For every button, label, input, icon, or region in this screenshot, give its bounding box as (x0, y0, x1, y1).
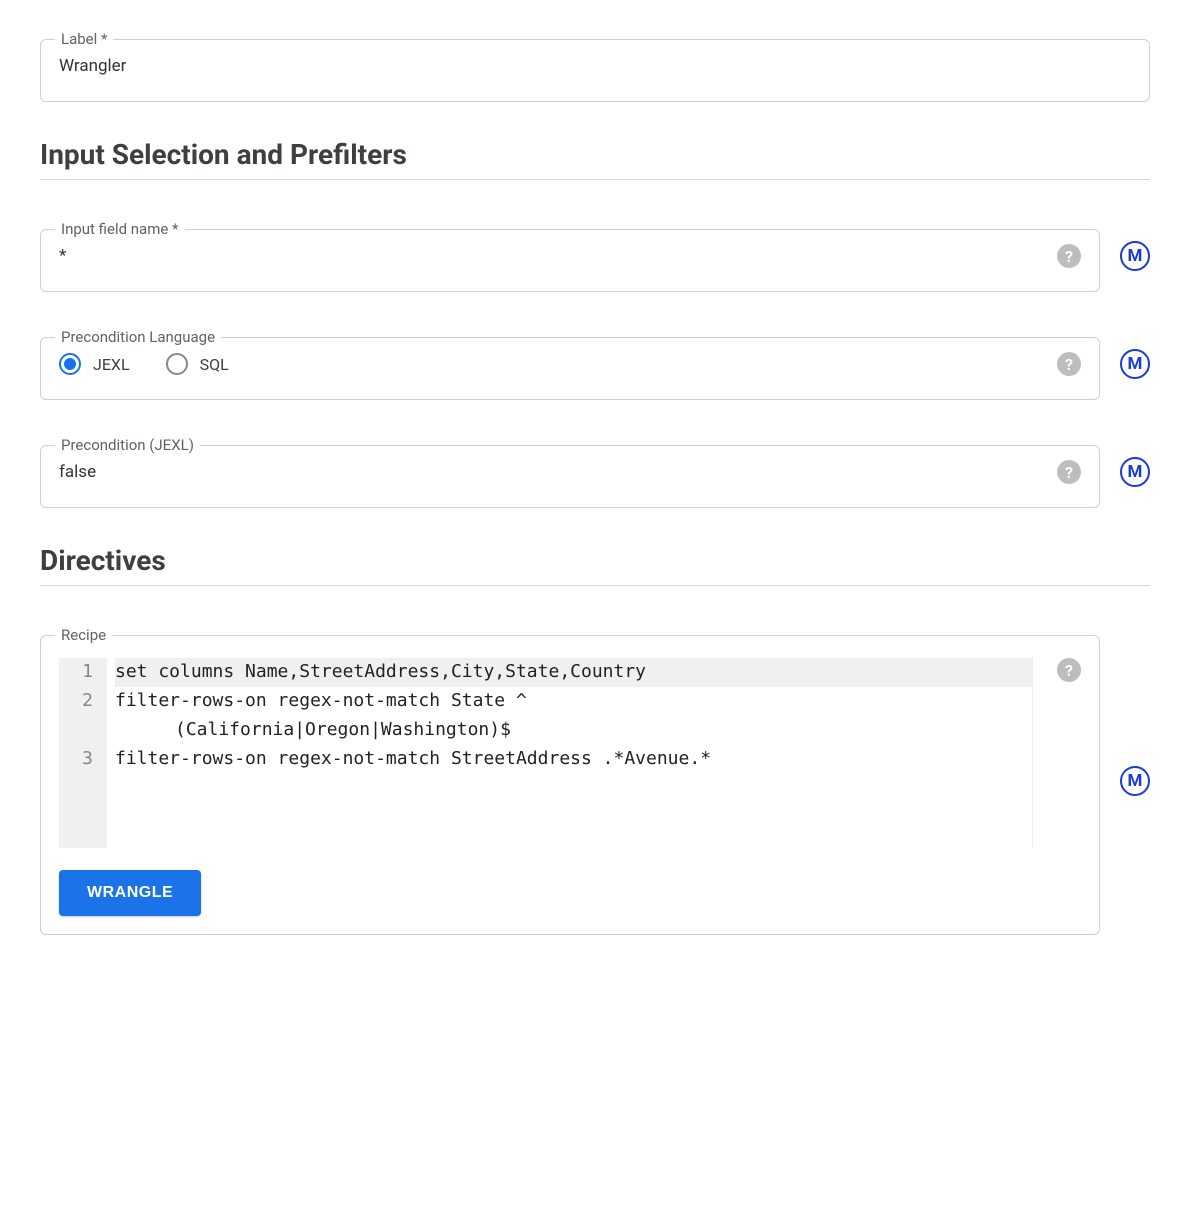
macro-icon[interactable]: M (1120, 241, 1150, 271)
code-line: (California|Oregon|Washington)$ (115, 716, 1032, 745)
code-line: set columns Name,StreetAddress,City,Stat… (115, 658, 1032, 687)
radio-circle-icon (166, 353, 188, 375)
radio-label-sql: SQL (200, 355, 229, 374)
section-input-selection-title: Input Selection and Prefilters (40, 138, 1150, 171)
input-field-name-fieldset: Input field name * ? (40, 220, 1100, 292)
help-icon[interactable]: ? (1057, 658, 1081, 682)
wrangle-button[interactable]: WRANGLE (59, 870, 201, 916)
gutter-line (73, 716, 93, 745)
help-icon[interactable]: ? (1057, 460, 1081, 484)
radio-circle-icon (59, 353, 81, 375)
code-gutter: 12 3 (59, 658, 107, 848)
gutter-line: 2 (73, 687, 93, 716)
section-directives-title: Directives (40, 544, 1150, 577)
code-line: filter-rows-on regex-not-match StreetAdd… (115, 745, 1032, 774)
macro-icon[interactable]: M (1120, 349, 1150, 379)
gutter-line: 3 (73, 745, 93, 774)
precondition-language-legend: Precondition Language (55, 328, 221, 346)
precondition-language-radio-group: JEXL SQL (59, 353, 1047, 375)
input-field-name-input[interactable] (59, 246, 1047, 266)
radio-label-jexl: JEXL (93, 355, 130, 374)
recipe-legend: Recipe (55, 626, 112, 644)
radio-option-jexl[interactable]: JEXL (59, 353, 130, 375)
macro-icon[interactable]: M (1120, 457, 1150, 487)
input-field-name-legend: Input field name * (55, 220, 185, 238)
gutter-line: 1 (73, 658, 93, 687)
label-fieldset: Label * (40, 30, 1150, 102)
precondition-jexl-legend: Precondition (JEXL) (55, 436, 200, 454)
code-lines: set columns Name,StreetAddress,City,Stat… (107, 658, 1032, 848)
section-divider (40, 179, 1150, 180)
precondition-language-fieldset: Precondition Language JEXL SQL ? (40, 328, 1100, 400)
code-line: filter-rows-on regex-not-match State ^ (115, 687, 1032, 716)
recipe-fieldset: Recipe 12 3 set columns Name,StreetAddres… (40, 626, 1100, 935)
radio-option-sql[interactable]: SQL (166, 353, 229, 375)
label-legend: Label * (55, 30, 113, 48)
label-input[interactable] (59, 56, 1131, 76)
section-divider (40, 585, 1150, 586)
help-icon[interactable]: ? (1057, 352, 1081, 376)
macro-icon[interactable]: M (1120, 766, 1150, 796)
precondition-jexl-fieldset: Precondition (JEXL) ? (40, 436, 1100, 508)
help-icon[interactable]: ? (1057, 244, 1081, 268)
precondition-jexl-input[interactable] (59, 462, 1047, 482)
recipe-code-editor[interactable]: 12 3 set columns Name,StreetAddress,City,… (59, 658, 1033, 848)
